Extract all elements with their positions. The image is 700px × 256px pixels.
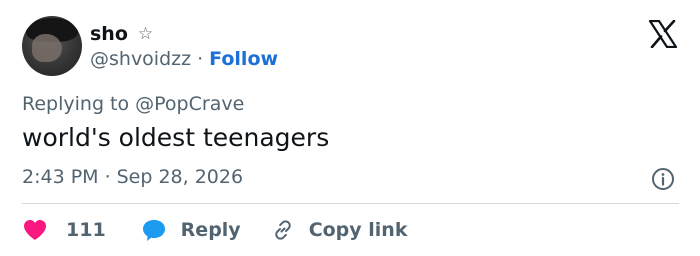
heart-icon — [24, 220, 46, 240]
tweet-text: world's oldest teenagers — [22, 123, 330, 152]
author-handle-row: @shvoidzz · Follow — [90, 47, 278, 71]
reply-context[interactable]: Replying to @PopCrave — [22, 93, 244, 115]
action-bar: 111 Reply Copy link — [22, 217, 407, 243]
info-icon[interactable] — [651, 167, 675, 191]
reply-label: Reply — [180, 219, 241, 241]
author-name-row: sho ☆ — [90, 22, 153, 46]
author-handle[interactable]: @shvoidzz — [90, 48, 191, 70]
author-display-name[interactable]: sho — [90, 23, 128, 45]
link-icon — [274, 220, 291, 240]
follow-button[interactable]: Follow — [209, 48, 278, 70]
star-icon: ☆ — [137, 23, 154, 44]
avatar[interactable] — [22, 16, 82, 76]
reply-button[interactable]: Reply — [141, 218, 241, 242]
tweet-date: Sep 28, 2026 — [116, 166, 244, 188]
copy-link-label: Copy link — [308, 219, 408, 241]
timestamp[interactable]: 2:43 PM · Sep 28, 2026 — [22, 166, 243, 188]
like-button[interactable]: 111 — [22, 218, 106, 242]
copy-link-button[interactable]: Copy link — [271, 218, 408, 242]
separator-dot: · — [197, 48, 204, 70]
divider — [22, 203, 679, 204]
like-count: 111 — [66, 219, 106, 241]
speech-bubble-icon — [142, 220, 165, 241]
tweet-time: 2:43 PM — [22, 166, 99, 188]
x-logo-icon[interactable] — [648, 20, 678, 48]
separator-dot: · — [104, 166, 111, 188]
avatar-hand — [32, 34, 62, 62]
